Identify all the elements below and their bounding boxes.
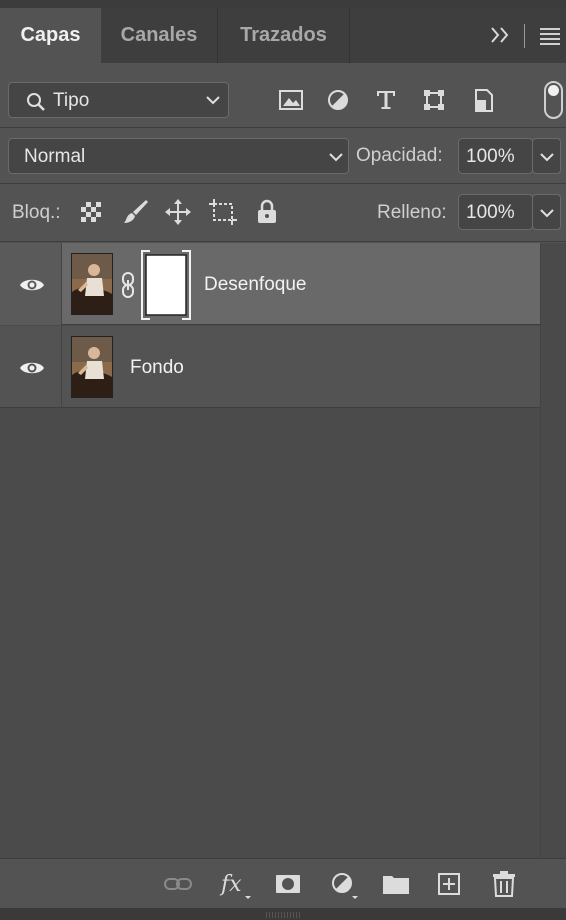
photo-thumbnail-image bbox=[72, 254, 112, 314]
eye-icon[interactable] bbox=[19, 276, 45, 294]
resize-grip[interactable] bbox=[266, 912, 302, 918]
mask-selection-brackets bbox=[141, 250, 191, 320]
fill-input[interactable]: 100% bbox=[458, 194, 533, 230]
chevron-down-icon bbox=[540, 153, 554, 162]
link-icon[interactable] bbox=[163, 869, 193, 899]
folder-icon[interactable] bbox=[381, 869, 411, 899]
shape-filter-icon[interactable] bbox=[422, 88, 446, 112]
new-layer-icon[interactable] bbox=[435, 869, 463, 899]
trash-icon[interactable] bbox=[490, 869, 518, 899]
chevron-down-icon bbox=[206, 96, 220, 105]
visibility-cell[interactable] bbox=[0, 326, 62, 408]
tab-canales[interactable]: Canales bbox=[101, 8, 218, 63]
chevron-down-icon bbox=[329, 153, 343, 162]
opacity-label: Opacidad: bbox=[356, 145, 443, 166]
search-icon bbox=[27, 93, 45, 111]
opacity-slider-button[interactable] bbox=[532, 138, 561, 174]
panel-top-edge bbox=[0, 0, 566, 8]
fill-value: 100% bbox=[466, 202, 515, 223]
lock-position-move-icon[interactable] bbox=[164, 198, 192, 226]
chevron-down-icon bbox=[540, 209, 554, 218]
svg-text:fx: fx bbox=[219, 872, 242, 897]
chain-link-icon[interactable] bbox=[120, 272, 136, 298]
filter-kind-dropdown[interactable]: Tipo bbox=[8, 82, 229, 118]
opacity-value: 100% bbox=[466, 146, 515, 167]
layers-bottom-toolbar: fx bbox=[0, 858, 566, 908]
layer-thumbnail[interactable] bbox=[71, 336, 113, 398]
lock-all-icon[interactable] bbox=[256, 198, 278, 226]
layer-name[interactable]: Fondo bbox=[130, 357, 184, 379]
eye-icon[interactable] bbox=[19, 359, 45, 377]
tab-trazados[interactable]: Trazados bbox=[218, 8, 350, 63]
filter-kind-label: Tipo bbox=[53, 90, 90, 111]
layer-thumbnail[interactable] bbox=[71, 253, 113, 315]
layer-row-fondo[interactable]: Fondo bbox=[0, 326, 540, 408]
lock-pixels-brush-icon[interactable] bbox=[122, 198, 150, 226]
filter-toggle-switch[interactable] bbox=[544, 81, 563, 119]
tab-divider bbox=[524, 24, 525, 48]
lock-artboard-icon[interactable] bbox=[208, 198, 238, 226]
divider bbox=[0, 183, 566, 184]
blend-mode-value: Normal bbox=[24, 146, 86, 167]
divider bbox=[0, 127, 566, 128]
layer-row-desenfoque[interactable]: Desenfoque bbox=[0, 243, 540, 325]
opacity-input[interactable]: 100% bbox=[458, 138, 533, 174]
panel-menu-icon[interactable] bbox=[536, 8, 564, 63]
photo-thumbnail-image bbox=[72, 337, 112, 397]
layer-mask-thumbnail[interactable] bbox=[140, 249, 192, 321]
mask-icon[interactable] bbox=[273, 869, 303, 899]
adjustment-filter-icon[interactable] bbox=[326, 88, 350, 112]
panel-tab-bar: Capas Canales Trazados bbox=[0, 8, 566, 63]
layers-scrollbar-track[interactable] bbox=[540, 243, 566, 858]
expand-panels-icon[interactable] bbox=[486, 8, 518, 63]
divider bbox=[0, 241, 566, 242]
blend-mode-dropdown[interactable]: Normal bbox=[8, 138, 349, 174]
type-filter-icon[interactable] bbox=[374, 88, 398, 112]
fx-icon[interactable]: fx bbox=[218, 869, 254, 899]
panel-bottom-edge bbox=[0, 908, 566, 920]
fill-label: Relleno: bbox=[377, 202, 447, 223]
lock-transparency-icon[interactable] bbox=[80, 201, 102, 223]
lock-label: Bloq.: bbox=[12, 202, 61, 223]
tab-capas[interactable]: Capas bbox=[0, 8, 101, 63]
filter-toggle-knob bbox=[548, 85, 559, 96]
visibility-cell[interactable] bbox=[0, 243, 62, 325]
image-filter-icon[interactable] bbox=[278, 88, 304, 112]
fill-slider-button[interactable] bbox=[532, 194, 561, 230]
adjustment-icon[interactable] bbox=[328, 869, 362, 899]
smart-object-filter-icon[interactable] bbox=[472, 88, 496, 114]
layer-name[interactable]: Desenfoque bbox=[204, 274, 306, 296]
